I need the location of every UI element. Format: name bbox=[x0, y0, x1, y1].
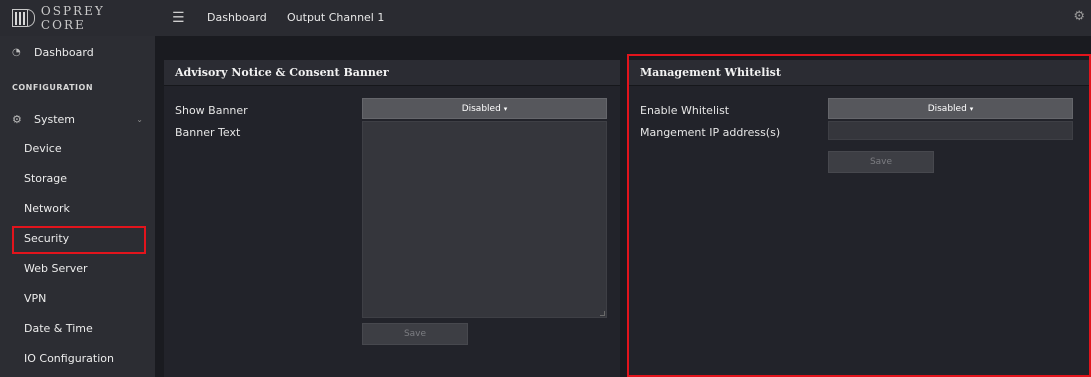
sidebar-item-vpn[interactable]: VPN bbox=[0, 288, 155, 308]
sidebar-item-date-time[interactable]: Date & Time bbox=[0, 318, 155, 338]
breadcrumb-dashboard[interactable]: Dashboard bbox=[207, 11, 267, 24]
enable-whitelist-dropdown[interactable]: Disabled ▾ bbox=[828, 98, 1073, 119]
whitelist-panel: Management Whitelist Enable Whitelist Di… bbox=[629, 60, 1089, 377]
whitelist-save-button[interactable]: Save bbox=[828, 151, 934, 173]
caret-down-icon: ▾ bbox=[503, 104, 508, 113]
sidebar-item-label: System bbox=[34, 112, 76, 126]
sidebar-item-network[interactable]: Network bbox=[0, 198, 155, 218]
sidebar-item-security[interactable]: Security bbox=[0, 228, 155, 248]
brand-logo[interactable]: OSPREY CORE bbox=[0, 0, 155, 36]
enable-whitelist-value: Disabled bbox=[927, 103, 967, 114]
sidebar-section-heading: CONFIGURATION bbox=[12, 83, 94, 92]
gear-icon[interactable]: ⚙ bbox=[1073, 9, 1085, 24]
ip-address-input[interactable] bbox=[828, 121, 1073, 140]
whitelist-panel-title: Management Whitelist bbox=[629, 60, 1089, 86]
sidebar-item-device[interactable]: Device bbox=[0, 138, 155, 158]
sidebar-item-web-server[interactable]: Web Server bbox=[0, 258, 155, 278]
sidebar-item-dashboard[interactable]: ◔ Dashboard bbox=[0, 42, 155, 62]
ip-address-label: Mangement IP address(s) bbox=[640, 126, 781, 139]
caret-down-icon: ▾ bbox=[969, 104, 974, 113]
gear-icon: ⚙ bbox=[12, 112, 22, 126]
main-content: Advisory Notice & Consent Banner Show Ba… bbox=[155, 36, 1091, 377]
banner-text-label: Banner Text bbox=[175, 126, 241, 139]
enable-whitelist-label: Enable Whitelist bbox=[640, 104, 730, 117]
osprey-logo-arc bbox=[26, 9, 35, 27]
dashboard-icon: ◔ bbox=[12, 46, 21, 58]
advisory-save-button[interactable]: Save bbox=[362, 323, 468, 345]
brand-name: OSPREY CORE bbox=[40, 4, 105, 32]
hamburger-icon[interactable]: ☰ bbox=[172, 10, 185, 26]
chevron-down-icon: ⌄ bbox=[136, 114, 143, 124]
advisory-panel: Advisory Notice & Consent Banner Show Ba… bbox=[164, 60, 620, 377]
sidebar: ◔ Dashboard CONFIGURATION ⚙ System ⌄ Dev… bbox=[0, 36, 155, 377]
advisory-panel-title: Advisory Notice & Consent Banner bbox=[164, 60, 620, 86]
show-banner-dropdown[interactable]: Disabled ▾ bbox=[362, 98, 607, 119]
breadcrumb-output-channel[interactable]: Output Channel 1 bbox=[287, 11, 384, 24]
sidebar-item-system[interactable]: ⚙ System ⌄ bbox=[0, 109, 155, 129]
show-banner-label: Show Banner bbox=[175, 104, 248, 117]
sidebar-item-storage[interactable]: Storage bbox=[0, 168, 155, 188]
show-banner-value: Disabled bbox=[461, 103, 501, 114]
sidebar-item-io-configuration[interactable]: IO Configuration bbox=[0, 348, 155, 368]
banner-text-area[interactable] bbox=[362, 121, 607, 318]
sidebar-item-label: Dashboard bbox=[34, 45, 94, 59]
osprey-logo-icon bbox=[12, 9, 28, 27]
top-bar: OSPREY CORE ☰ Dashboard Output Channel 1… bbox=[0, 0, 1091, 36]
